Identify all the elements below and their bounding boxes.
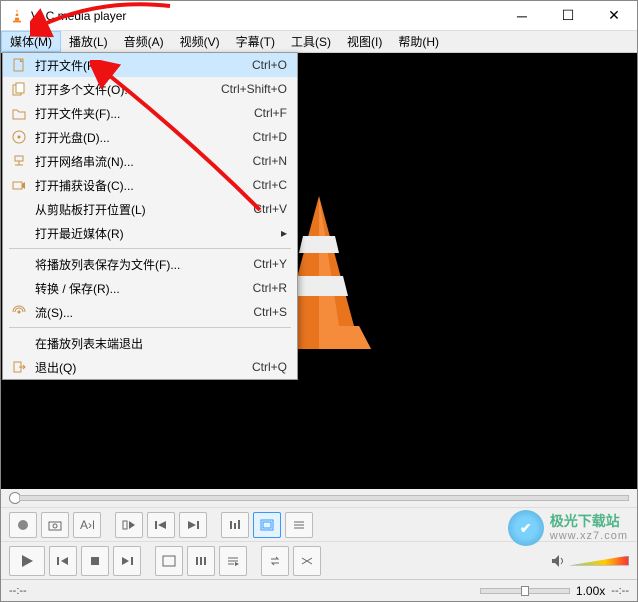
shuffle-button[interactable] bbox=[293, 546, 321, 576]
menu-item-1[interactable]: 打开多个文件(O)...Ctrl+Shift+O bbox=[3, 77, 297, 101]
fullscreen-button[interactable] bbox=[155, 546, 183, 576]
menu-item-7[interactable]: 打开最近媒体(R)▸ bbox=[3, 221, 297, 245]
total-time: --:-- bbox=[611, 585, 629, 597]
window-title: VLC media player bbox=[31, 9, 499, 23]
menu-item-label: 退出(Q) bbox=[29, 359, 252, 376]
seek-track[interactable] bbox=[19, 495, 629, 501]
watermark-url: www.xz7.com bbox=[550, 530, 628, 542]
play-controls bbox=[1, 541, 637, 579]
menu-item-label: 打开捕获设备(C)... bbox=[29, 177, 253, 194]
snapshot-button[interactable] bbox=[41, 512, 69, 538]
menu-item-5[interactable]: 打开捕获设备(C)...Ctrl+C bbox=[3, 173, 297, 197]
menu-item-0[interactable]: 打开文件(F)...Ctrl+O bbox=[3, 53, 297, 77]
menu-view[interactable]: 视图(I) bbox=[339, 31, 390, 52]
playback-speed: 1.00x bbox=[576, 584, 605, 598]
menu-item-shortcut: Ctrl+V bbox=[253, 202, 287, 216]
menu-item-label: 将播放列表保存为文件(F)... bbox=[29, 256, 253, 273]
menu-item-label: 打开最近媒体(R) bbox=[29, 225, 277, 242]
menu-item-9[interactable]: 将播放列表保存为文件(F)...Ctrl+Y bbox=[3, 252, 297, 276]
atob-loop-button[interactable]: A›B bbox=[73, 512, 101, 538]
menu-item-shortcut: Ctrl+Shift+O bbox=[221, 82, 287, 96]
menu-item-label: 打开文件夹(F)... bbox=[29, 105, 254, 122]
menu-item-shortcut: Ctrl+D bbox=[253, 130, 287, 144]
show-playlist-button[interactable] bbox=[219, 546, 247, 576]
menu-tools[interactable]: 工具(S) bbox=[283, 31, 339, 52]
menu-item-label: 打开光盘(D)... bbox=[29, 129, 253, 146]
menu-item-shortcut: Ctrl+Y bbox=[253, 257, 287, 271]
menu-help[interactable]: 帮助(H) bbox=[390, 31, 447, 52]
menu-item-2[interactable]: 打开文件夹(F)...Ctrl+F bbox=[3, 101, 297, 125]
stop-button[interactable] bbox=[81, 546, 109, 576]
window-buttons: ─ ☐ ✕ bbox=[499, 1, 637, 31]
close-button[interactable]: ✕ bbox=[591, 1, 637, 31]
menu-item-shortcut: Ctrl+Q bbox=[252, 360, 287, 374]
media-menu-dropdown: 打开文件(F)...Ctrl+O打开多个文件(O)...Ctrl+Shift+O… bbox=[2, 52, 298, 380]
menu-audio[interactable]: 音频(A) bbox=[116, 31, 172, 52]
capture-icon bbox=[9, 178, 29, 192]
svg-text:A›B: A›B bbox=[80, 519, 94, 531]
quit-icon bbox=[9, 360, 29, 374]
menu-item-label: 流(S)... bbox=[29, 304, 253, 321]
menu-item-3[interactable]: 打开光盘(D)...Ctrl+D bbox=[3, 125, 297, 149]
disc-icon bbox=[9, 130, 29, 144]
menu-item-6[interactable]: 从剪贴板打开位置(L)Ctrl+V bbox=[3, 197, 297, 221]
menu-item-label: 打开多个文件(O)... bbox=[29, 81, 221, 98]
files-icon bbox=[9, 82, 29, 96]
elapsed-time: --:-- bbox=[9, 585, 27, 597]
menubar: 媒体(M) 播放(L) 音频(A) 视频(V) 字幕(T) 工具(S) 视图(I… bbox=[1, 31, 637, 53]
frame-step-button[interactable] bbox=[115, 512, 143, 538]
menu-item-shortcut: Ctrl+N bbox=[253, 154, 287, 168]
menu-item-shortcut: Ctrl+R bbox=[253, 281, 287, 295]
menu-playback[interactable]: 播放(L) bbox=[61, 31, 116, 52]
menu-item-13[interactable]: 在播放列表末端退出 bbox=[3, 331, 297, 355]
folder-icon bbox=[9, 106, 29, 120]
menu-item-shortcut: Ctrl+S bbox=[253, 305, 287, 319]
menu-video[interactable]: 视频(V) bbox=[172, 31, 228, 52]
menu-item-label: 在播放列表末端退出 bbox=[29, 335, 287, 352]
menu-item-shortcut: Ctrl+O bbox=[252, 58, 287, 72]
network-icon bbox=[9, 154, 29, 168]
volume-icon[interactable] bbox=[551, 554, 565, 568]
record-button[interactable] bbox=[9, 512, 37, 538]
menu-separator bbox=[9, 248, 291, 249]
loop-button[interactable] bbox=[261, 546, 289, 576]
watermark: ✔ 极光下载站 www.xz7.com bbox=[508, 510, 628, 546]
minimize-button[interactable]: ─ bbox=[499, 1, 545, 31]
menu-item-11[interactable]: 流(S)...Ctrl+S bbox=[3, 300, 297, 324]
effects-button[interactable] bbox=[221, 512, 249, 538]
maximize-button[interactable]: ☐ bbox=[545, 1, 591, 31]
next-chapter-button[interactable] bbox=[179, 512, 207, 538]
statusbar: --:-- 1.00x --:-- bbox=[1, 579, 637, 601]
file-icon bbox=[9, 58, 29, 72]
volume-slider[interactable] bbox=[569, 556, 629, 566]
menu-item-label: 打开文件(F)... bbox=[29, 57, 252, 74]
watermark-logo-icon: ✔ bbox=[508, 510, 544, 546]
speed-slider[interactable] bbox=[480, 588, 570, 594]
advanced-toggle-button[interactable] bbox=[253, 512, 281, 538]
prev-chapter-button[interactable] bbox=[147, 512, 175, 538]
menu-item-4[interactable]: 打开网络串流(N)...Ctrl+N bbox=[3, 149, 297, 173]
menu-subtitle[interactable]: 字幕(T) bbox=[228, 31, 283, 52]
titlebar: VLC media player ─ ☐ ✕ bbox=[1, 1, 637, 31]
menu-item-10[interactable]: 转换 / 保存(R)...Ctrl+R bbox=[3, 276, 297, 300]
menu-item-14[interactable]: 退出(Q)Ctrl+Q bbox=[3, 355, 297, 379]
stream-icon bbox=[9, 305, 29, 319]
seekbar[interactable] bbox=[1, 489, 637, 507]
watermark-name: 极光下载站 bbox=[550, 514, 628, 529]
skip-back-button[interactable] bbox=[49, 546, 77, 576]
skip-forward-button[interactable] bbox=[113, 546, 141, 576]
menu-item-label: 转换 / 保存(R)... bbox=[29, 280, 253, 297]
menu-item-shortcut: Ctrl+F bbox=[254, 106, 287, 120]
menu-separator bbox=[9, 327, 291, 328]
extended-settings-button[interactable] bbox=[187, 546, 215, 576]
menu-item-label: 从剪贴板打开位置(L) bbox=[29, 201, 253, 218]
vlc-cone-icon bbox=[9, 8, 25, 24]
play-button[interactable] bbox=[9, 546, 45, 576]
menu-media[interactable]: 媒体(M) bbox=[1, 31, 61, 52]
menu-item-label: 打开网络串流(N)... bbox=[29, 153, 253, 170]
menu-item-shortcut: Ctrl+C bbox=[253, 178, 287, 192]
submenu-arrow-icon: ▸ bbox=[277, 226, 287, 240]
playlist-toggle-button[interactable] bbox=[285, 512, 313, 538]
